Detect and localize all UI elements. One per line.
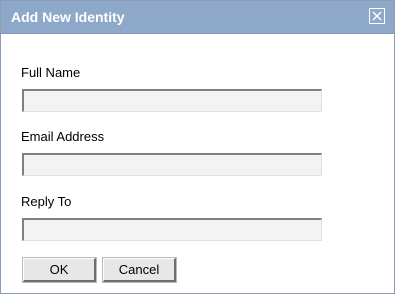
full-name-label: Full Name: [21, 65, 81, 80]
full-name-field[interactable]: [22, 89, 322, 112]
email-address-label: Email Address: [21, 129, 105, 144]
dialog-titlebar: Add New Identity: [1, 1, 394, 34]
dialog-title: Add New Identity: [11, 9, 125, 25]
reply-to-label: Reply To: [21, 194, 72, 209]
email-address-field[interactable]: [22, 153, 322, 176]
add-identity-dialog: Add New Identity Full Name Email Address…: [0, 0, 395, 294]
reply-to-field[interactable]: [22, 218, 322, 241]
close-button[interactable]: [369, 8, 385, 24]
ok-button[interactable]: OK: [22, 257, 97, 283]
cancel-button[interactable]: Cancel: [102, 257, 177, 283]
close-icon: [372, 11, 382, 21]
